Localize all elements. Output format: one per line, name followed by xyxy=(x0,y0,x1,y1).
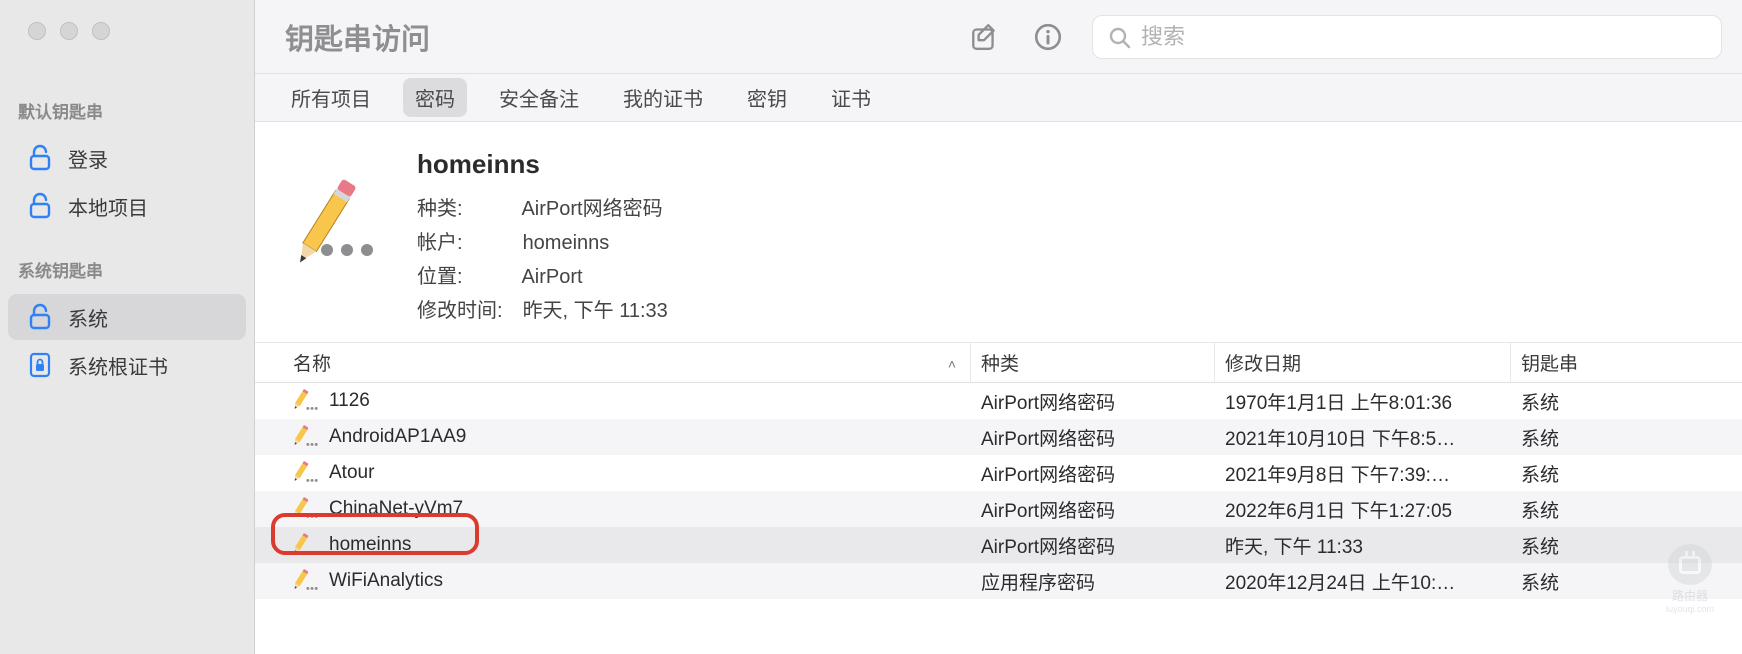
sidebar-item-default-0[interactable]: 登录 xyxy=(8,135,246,181)
compose-button[interactable] xyxy=(964,17,1004,57)
tab-2[interactable]: 安全备注 xyxy=(487,78,591,117)
sidebar-item-label: 登录 xyxy=(68,144,108,173)
row-kind: AirPort网络密码 xyxy=(971,388,1215,415)
sidebar-item-label: 系统根证书 xyxy=(68,351,168,380)
password-row-icon xyxy=(293,460,319,486)
detail-where-label: 位置: xyxy=(417,260,517,294)
lock-doc-icon xyxy=(26,351,54,379)
category-tabs: 所有项目密码安全备注我的证书密钥证书 xyxy=(255,74,1742,122)
main-pane: 钥匙串访问 所有项目密码安全备注我的证书密钥证书 xyxy=(255,0,1742,654)
traffic-max[interactable] xyxy=(92,22,110,40)
row-kind: AirPort网络密码 xyxy=(971,460,1215,487)
table-row[interactable]: AndroidAP1AA9 AirPort网络密码2021年10月10日 下午8:… xyxy=(255,419,1742,455)
password-item-icon xyxy=(283,142,393,262)
col-date[interactable]: 修改日期 xyxy=(1215,343,1511,382)
row-date: 2021年10月10日 下午8:5… xyxy=(1215,424,1511,451)
table-row[interactable]: 1126 AirPort网络密码1970年1月1日 上午8:01:36系统 xyxy=(255,383,1742,419)
detail-kind-value: AirPort网络密码 xyxy=(521,198,662,220)
info-icon xyxy=(1033,22,1063,52)
detail-account-value: homeinns xyxy=(523,232,610,254)
row-date: 2020年12月24日 上午10:… xyxy=(1215,568,1511,595)
tab-0[interactable]: 所有项目 xyxy=(279,78,383,117)
sidebar-section-system: 系统钥匙串 xyxy=(0,249,254,292)
watermark: 路由器 luyouqi.com xyxy=(1644,544,1736,614)
row-date: 2021年9月8日 下午7:39:… xyxy=(1215,460,1511,487)
detail-modified-label: 修改时间: xyxy=(417,294,517,328)
tab-5[interactable]: 证书 xyxy=(819,78,883,117)
sidebar-item-system-1[interactable]: 系统根证书 xyxy=(8,342,246,388)
row-chain: 系统 xyxy=(1511,388,1742,415)
table-row[interactable]: WiFiAnalytics应用程序密码2020年12月24日 上午10:…系统 xyxy=(255,563,1742,599)
sidebar-item-system-0[interactable]: 系统 xyxy=(8,294,246,340)
compose-icon xyxy=(969,22,999,52)
row-name: WiFiAnalytics xyxy=(329,570,443,592)
row-date: 1970年1月1日 上午8:01:36 xyxy=(1215,388,1511,415)
search-field[interactable] xyxy=(1092,15,1722,59)
row-name: 1126 xyxy=(329,390,370,412)
row-kind: AirPort网络密码 xyxy=(971,424,1215,451)
password-row-icon xyxy=(293,388,319,414)
col-kind[interactable]: 种类 xyxy=(971,343,1215,382)
items-table: 名称˄ 种类 修改日期 钥匙串 1126AirPort网络密码1970年1月1日… xyxy=(255,343,1742,654)
password-row-icon xyxy=(293,496,319,522)
item-detail: homeinns 种类: AirPort网络密码 帐户: homeinns 位置… xyxy=(255,122,1742,343)
app-title: 钥匙串访问 xyxy=(285,16,430,58)
row-name: Atour xyxy=(329,462,374,484)
row-chain: 系统 xyxy=(1511,460,1742,487)
detail-kind-label: 种类: xyxy=(417,192,517,226)
sidebar-section-default: 默认钥匙串 xyxy=(0,90,254,133)
row-chain: 系统 xyxy=(1511,424,1742,451)
tab-4[interactable]: 密钥 xyxy=(735,78,799,117)
tab-3[interactable]: 我的证书 xyxy=(611,78,715,117)
table-row[interactable]: homeinnsAirPort网络密码昨天, 下午 11:33系统 xyxy=(255,527,1742,563)
unlock-icon xyxy=(26,144,54,172)
detail-name: homeinns xyxy=(417,142,668,186)
sort-caret-icon: ˄ xyxy=(948,356,956,372)
keychain-window: 默认钥匙串 登录本地项目 系统钥匙串 系统系统根证书 钥匙串访问 所有项目密码安… xyxy=(0,0,1742,654)
row-kind: AirPort网络密码 xyxy=(971,496,1215,523)
row-kind: AirPort网络密码 xyxy=(971,532,1215,559)
detail-account-label: 帐户: xyxy=(417,226,517,260)
unlock-icon xyxy=(26,303,54,331)
table-row[interactable]: ChinaNet-yVm7 AirPort网络密码2022年6月1日 下午1:27… xyxy=(255,491,1742,527)
detail-where-value: AirPort xyxy=(521,266,582,288)
tab-1[interactable]: 密码 xyxy=(403,78,467,117)
sidebar-item-label: 本地项目 xyxy=(68,192,148,221)
row-date: 2022年6月1日 下午1:27:05 xyxy=(1215,496,1511,523)
password-row-icon xyxy=(293,568,319,594)
row-kind: 应用程序密码 xyxy=(971,568,1215,595)
sidebar-item-default-1[interactable]: 本地项目 xyxy=(8,183,246,229)
password-row-icon xyxy=(293,532,319,558)
traffic-min[interactable] xyxy=(60,22,78,40)
password-row-icon xyxy=(293,424,319,450)
search-input[interactable] xyxy=(1141,24,1707,50)
search-icon xyxy=(1107,25,1131,49)
row-date: 昨天, 下午 11:33 xyxy=(1215,532,1511,559)
info-button[interactable] xyxy=(1028,17,1068,57)
col-chain[interactable]: 钥匙串 xyxy=(1511,343,1742,382)
table-row[interactable]: Atour AirPort网络密码2021年9月8日 下午7:39:…系统 xyxy=(255,455,1742,491)
row-name: homeinns xyxy=(329,534,411,556)
row-chain: 系统 xyxy=(1511,496,1742,523)
sidebar-item-label: 系统 xyxy=(68,303,108,332)
detail-modified-value: 昨天, 下午 11:33 xyxy=(523,300,668,322)
row-name: AndroidAP1AA9 xyxy=(329,426,466,448)
row-name: ChinaNet-yVm7 xyxy=(329,498,463,520)
sidebar: 默认钥匙串 登录本地项目 系统钥匙串 系统系统根证书 xyxy=(0,0,255,654)
traffic-close[interactable] xyxy=(28,22,46,40)
col-name[interactable]: 名称˄ xyxy=(283,343,971,382)
toolbar: 钥匙串访问 xyxy=(255,0,1742,74)
unlock-icon xyxy=(26,192,54,220)
table-header: 名称˄ 种类 修改日期 钥匙串 xyxy=(255,343,1742,383)
window-traffic-lights xyxy=(0,22,254,40)
